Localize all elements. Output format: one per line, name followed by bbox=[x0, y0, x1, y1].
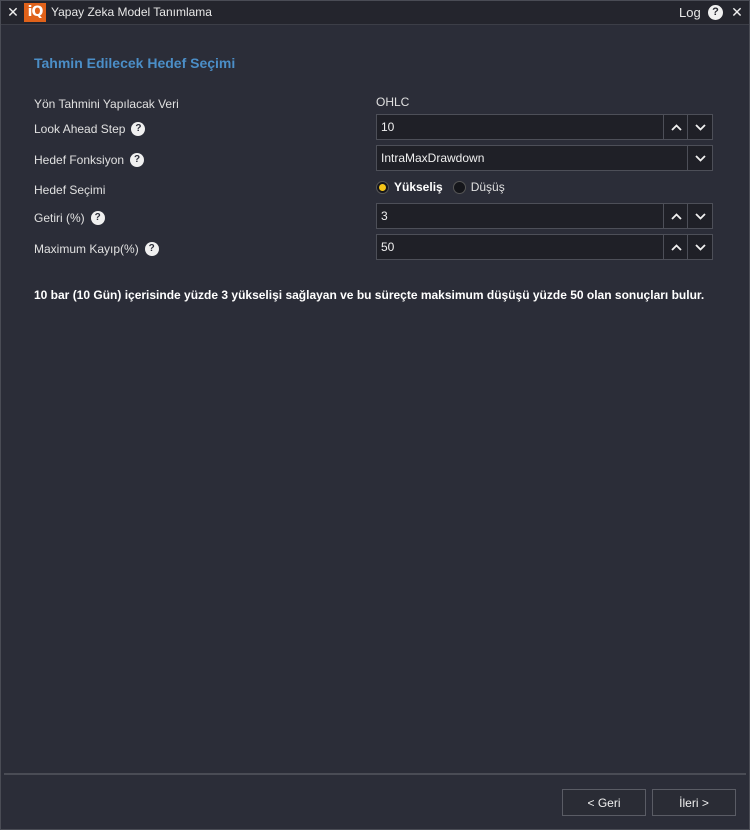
help-icon[interactable]: ? bbox=[130, 153, 145, 167]
target-radio-group: Yükseliş Düşüş bbox=[376, 180, 515, 194]
look-ahead-down-button[interactable] bbox=[687, 115, 712, 139]
look-ahead-value[interactable]: 10 bbox=[381, 120, 394, 134]
chevron-down-icon bbox=[694, 243, 706, 251]
help-icon[interactable]: ? bbox=[708, 5, 723, 20]
next-button[interactable]: İleri > bbox=[652, 789, 736, 816]
data-label-text: Yön Tahmini Yapılacak Veri bbox=[34, 97, 179, 111]
title-bar: ✕ iQ Yapay Zeka Model Tanımlama Log ? ✕ bbox=[1, 1, 749, 25]
max-loss-stepper[interactable]: 50 bbox=[376, 234, 713, 260]
target-func-label-text: Hedef Fonksiyon bbox=[34, 153, 125, 167]
app-logo: iQ bbox=[24, 3, 46, 22]
dialog-window: ✕ iQ Yapay Zeka Model Tanımlama Log ? ✕ … bbox=[0, 0, 750, 830]
max-loss-up-button[interactable] bbox=[663, 235, 688, 259]
radio-down[interactable]: Düşüş bbox=[452, 180, 505, 194]
log-link[interactable]: Log bbox=[679, 5, 701, 20]
chevron-down-icon bbox=[694, 212, 706, 220]
radio-dot[interactable] bbox=[376, 180, 389, 194]
max-loss-value[interactable]: 50 bbox=[381, 240, 394, 254]
back-button[interactable]: < Geri bbox=[562, 789, 646, 816]
target-func-select[interactable]: IntraMaxDrawdown bbox=[376, 145, 713, 171]
radio-down-label[interactable]: Düşüş bbox=[471, 180, 505, 194]
look-ahead-label-text: Look Ahead Step bbox=[34, 122, 126, 136]
return-label: Getiri (%) ? bbox=[34, 211, 105, 225]
help-icon[interactable]: ? bbox=[131, 122, 146, 136]
look-ahead-stepper[interactable]: 10 bbox=[376, 114, 713, 140]
look-ahead-up-button[interactable] bbox=[663, 115, 688, 139]
radio-up[interactable]: Yükseliş bbox=[376, 180, 443, 194]
return-label-text: Getiri (%) bbox=[34, 211, 85, 225]
target-func-dropdown-button[interactable] bbox=[687, 146, 712, 170]
section-title: Tahmin Edilecek Hedef Seçimi bbox=[34, 55, 236, 71]
look-ahead-label: Look Ahead Step ? bbox=[34, 122, 146, 136]
data-label: Yön Tahmini Yapılacak Veri bbox=[34, 97, 179, 111]
chevron-down-icon bbox=[694, 154, 706, 162]
return-value[interactable]: 3 bbox=[381, 209, 388, 223]
target-func-value[interactable]: IntraMaxDrawdown bbox=[381, 151, 484, 165]
chevron-up-icon bbox=[670, 212, 682, 220]
radio-up-label[interactable]: Yükseliş bbox=[394, 180, 443, 194]
return-down-button[interactable] bbox=[687, 204, 712, 228]
help-icon[interactable]: ? bbox=[90, 211, 105, 225]
data-value: OHLC bbox=[376, 95, 410, 109]
target-select-label: Hedef Seçimi bbox=[34, 183, 105, 197]
close-window-icon[interactable]: ✕ bbox=[729, 4, 745, 20]
chevron-up-icon bbox=[670, 123, 682, 131]
window-title: Yapay Zeka Model Tanımlama bbox=[51, 5, 212, 19]
help-icon[interactable]: ? bbox=[144, 242, 159, 256]
target-func-label: Hedef Fonksiyon ? bbox=[34, 153, 145, 167]
target-select-label-text: Hedef Seçimi bbox=[34, 183, 106, 197]
chevron-up-icon bbox=[670, 243, 682, 251]
max-loss-label: Maximum Kayıp(%) ? bbox=[34, 242, 159, 256]
return-stepper[interactable]: 3 bbox=[376, 203, 713, 229]
max-loss-label-text: Maximum Kayıp(%) bbox=[34, 242, 139, 256]
footer-divider bbox=[4, 773, 746, 775]
return-up-button[interactable] bbox=[663, 204, 688, 228]
max-loss-down-button[interactable] bbox=[687, 235, 712, 259]
chevron-down-icon bbox=[694, 123, 706, 131]
close-icon[interactable]: ✕ bbox=[5, 4, 21, 20]
radio-dot[interactable] bbox=[452, 180, 466, 194]
summary-text: 10 bar (10 Gün) içerisinde yüzde 3 yükse… bbox=[34, 288, 705, 302]
